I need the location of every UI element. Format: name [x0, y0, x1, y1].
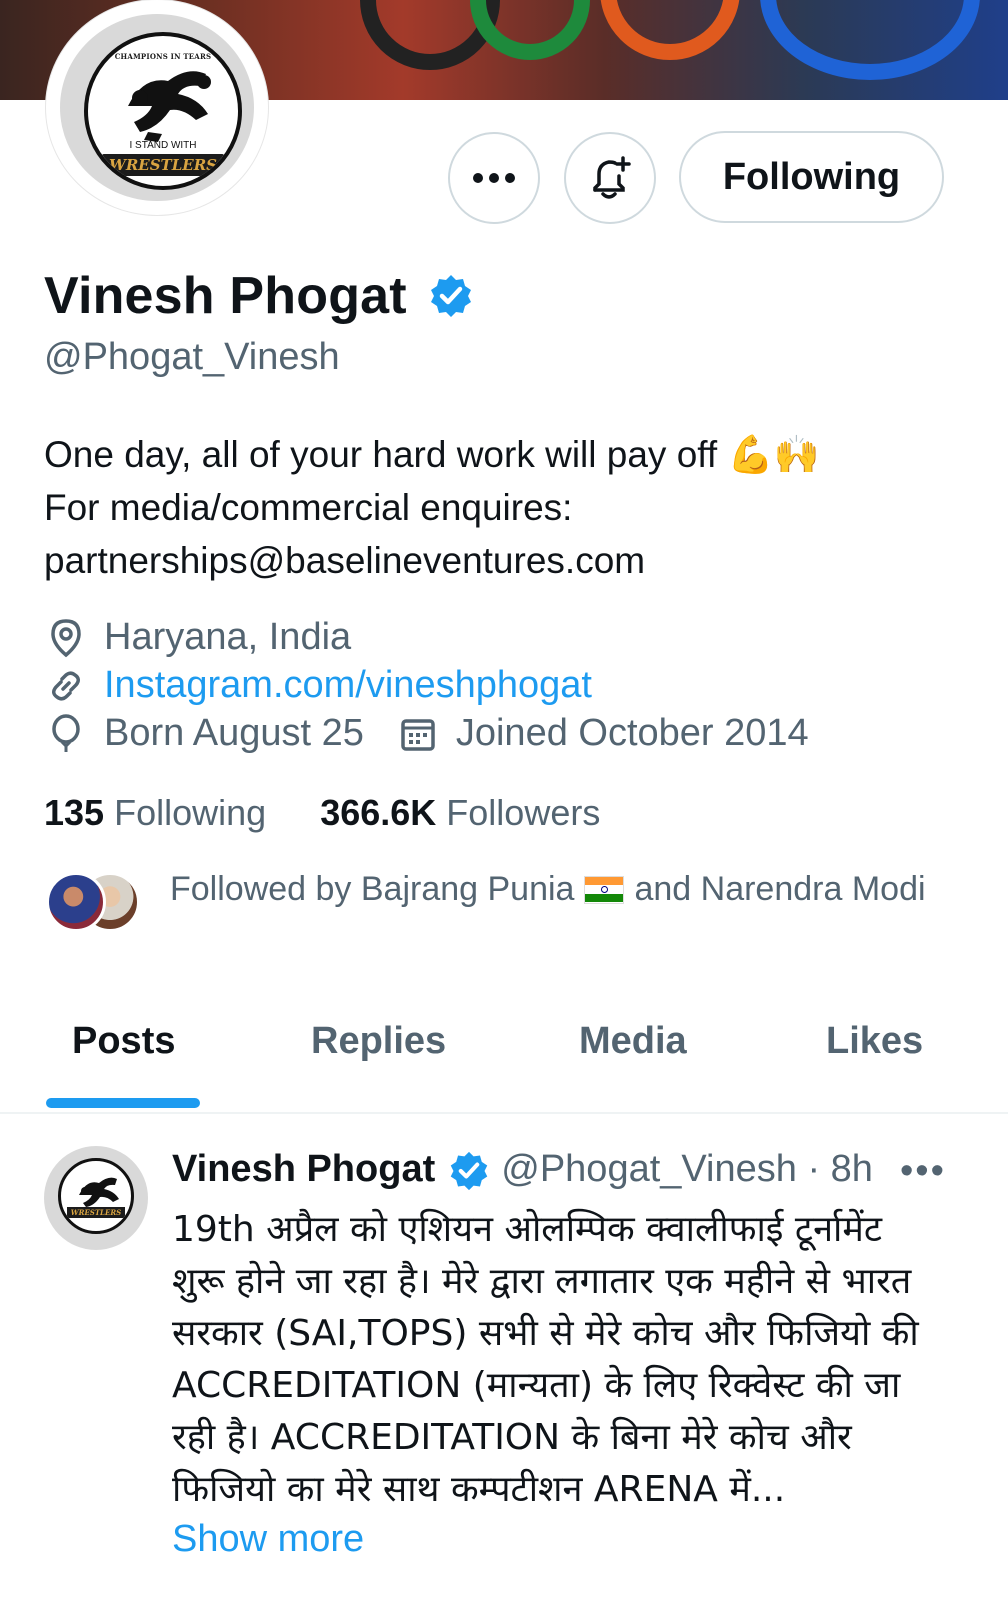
bio-emoji: 💪🙌 — [727, 433, 820, 476]
post-header: Vinesh Phogat @Phogat_Vinesh · 8h — [172, 1148, 873, 1191]
avatar-mid-text: I STAND WITH — [129, 140, 197, 151]
location-pin-icon — [48, 618, 84, 658]
profile-handle: @Phogat_Vinesh — [44, 336, 340, 378]
post-avatar[interactable]: WRESTLERS — [44, 1146, 148, 1250]
banner-ring — [600, 0, 740, 60]
avatar-banner-text: WRESTLERS — [102, 154, 224, 176]
profile-dates: Born August 25 Joined October 2014 — [48, 712, 809, 755]
bio-email[interactable]: partnerships@baselineventures.com — [44, 534, 984, 587]
following-label: Following — [114, 792, 267, 833]
tab-media[interactable]: Media — [579, 1020, 687, 1063]
bio-line: One day, all of your hard work will pay … — [44, 434, 718, 475]
tab-replies[interactable]: Replies — [311, 1020, 446, 1063]
profile-location: Haryana, India — [48, 616, 351, 659]
website-link[interactable]: Instagram.com/vineshphogat — [104, 664, 592, 707]
verified-badge-icon — [431, 275, 471, 317]
tab-likes[interactable]: Likes — [826, 1020, 923, 1063]
post-handle-time[interactable]: @Phogat_Vinesh · 8h — [501, 1148, 873, 1191]
tab-posts[interactable]: Posts — [72, 1020, 175, 1063]
joined-text: Joined October 2014 — [455, 712, 809, 754]
more-options-button[interactable] — [448, 132, 540, 224]
followed-by-prefix: Followed by Bajrang Punia — [170, 870, 575, 908]
followed-by-suffix: and Narendra Modi — [634, 870, 926, 908]
location-text: Haryana, India — [104, 616, 352, 658]
india-flag-icon — [584, 875, 625, 904]
balloon-icon — [48, 713, 84, 754]
bio-line: For media/commercial enquires: — [44, 487, 573, 528]
following-button[interactable]: Following — [679, 131, 944, 223]
followers-count: 366.6K — [320, 792, 437, 833]
post-line: शुरू होने जा रहा है। मेरे द्वारा लगातार … — [172, 1261, 912, 1302]
divider — [0, 1112, 1008, 1114]
verified-badge-icon — [450, 1151, 488, 1191]
wrestlers-silhouette-icon — [79, 1177, 119, 1207]
post-avatar-banner: WRESTLERS — [67, 1207, 125, 1218]
birthday-text: Born August 25 — [104, 712, 364, 754]
post-line: ACCREDITATION (मान्यता) के लिए रिक्वेस्ट… — [172, 1365, 901, 1406]
post-avatar-logo: WRESTLERS — [58, 1158, 134, 1234]
avatar-ring: CHAMPIONS IN TEARS I STAND WITH WRESTLER… — [60, 14, 254, 201]
notifications-button[interactable] — [564, 132, 656, 224]
profile-tabs: Posts Replies Media Likes — [0, 1010, 1008, 1112]
post-line: सरकार (SAI,TOPS) सभी से मेरे कोच और फिजि… — [172, 1313, 919, 1354]
profile-stats: 135 Following 366.6K Followers — [44, 792, 600, 834]
followers-label: Followers — [446, 792, 601, 833]
banner-ring — [470, 0, 590, 60]
bell-plus-icon — [593, 156, 631, 199]
avatar-logo: CHAMPIONS IN TEARS I STAND WITH WRESTLER… — [84, 32, 242, 190]
post-line: रही है। ACCREDITATION के बिना मेरे कोच औ… — [172, 1417, 852, 1458]
following-stat[interactable]: 135 Following — [44, 792, 266, 833]
profile-avatar[interactable]: CHAMPIONS IN TEARS I STAND WITH WRESTLER… — [46, 0, 268, 215]
followed-by-text[interactable]: Followed by Bajrang Punia and Narendra M… — [170, 870, 926, 909]
post-author[interactable]: Vinesh Phogat — [172, 1148, 435, 1191]
post-more-icon[interactable]: ••• — [900, 1150, 946, 1193]
post-line: 19th अप्रैल को एशियन ओलम्पिक क्वालीफाई ट… — [172, 1209, 883, 1250]
post-body: 19th अप्रैल को एशियन ओलम्पिक क्वालीफाई ट… — [172, 1204, 972, 1516]
show-more-link[interactable]: Show more — [172, 1518, 364, 1561]
following-count: 135 — [44, 792, 105, 833]
profile-bio: One day, all of your hard work will pay … — [44, 428, 984, 587]
link-icon — [48, 666, 84, 706]
followers-stat[interactable]: 366.6K Followers — [320, 792, 600, 833]
more-icon — [473, 173, 515, 183]
follower-avatar[interactable] — [46, 872, 106, 932]
active-tab-indicator — [46, 1098, 200, 1108]
profile-website[interactable]: Instagram.com/vineshphogat — [48, 664, 592, 707]
profile-name: Vinesh Phogat — [44, 267, 407, 325]
calendar-icon — [400, 714, 436, 754]
banner-ring — [760, 0, 980, 80]
post-line: फिजियो का मेरे साथ कम्पटीशन ARENA में... — [172, 1469, 786, 1510]
